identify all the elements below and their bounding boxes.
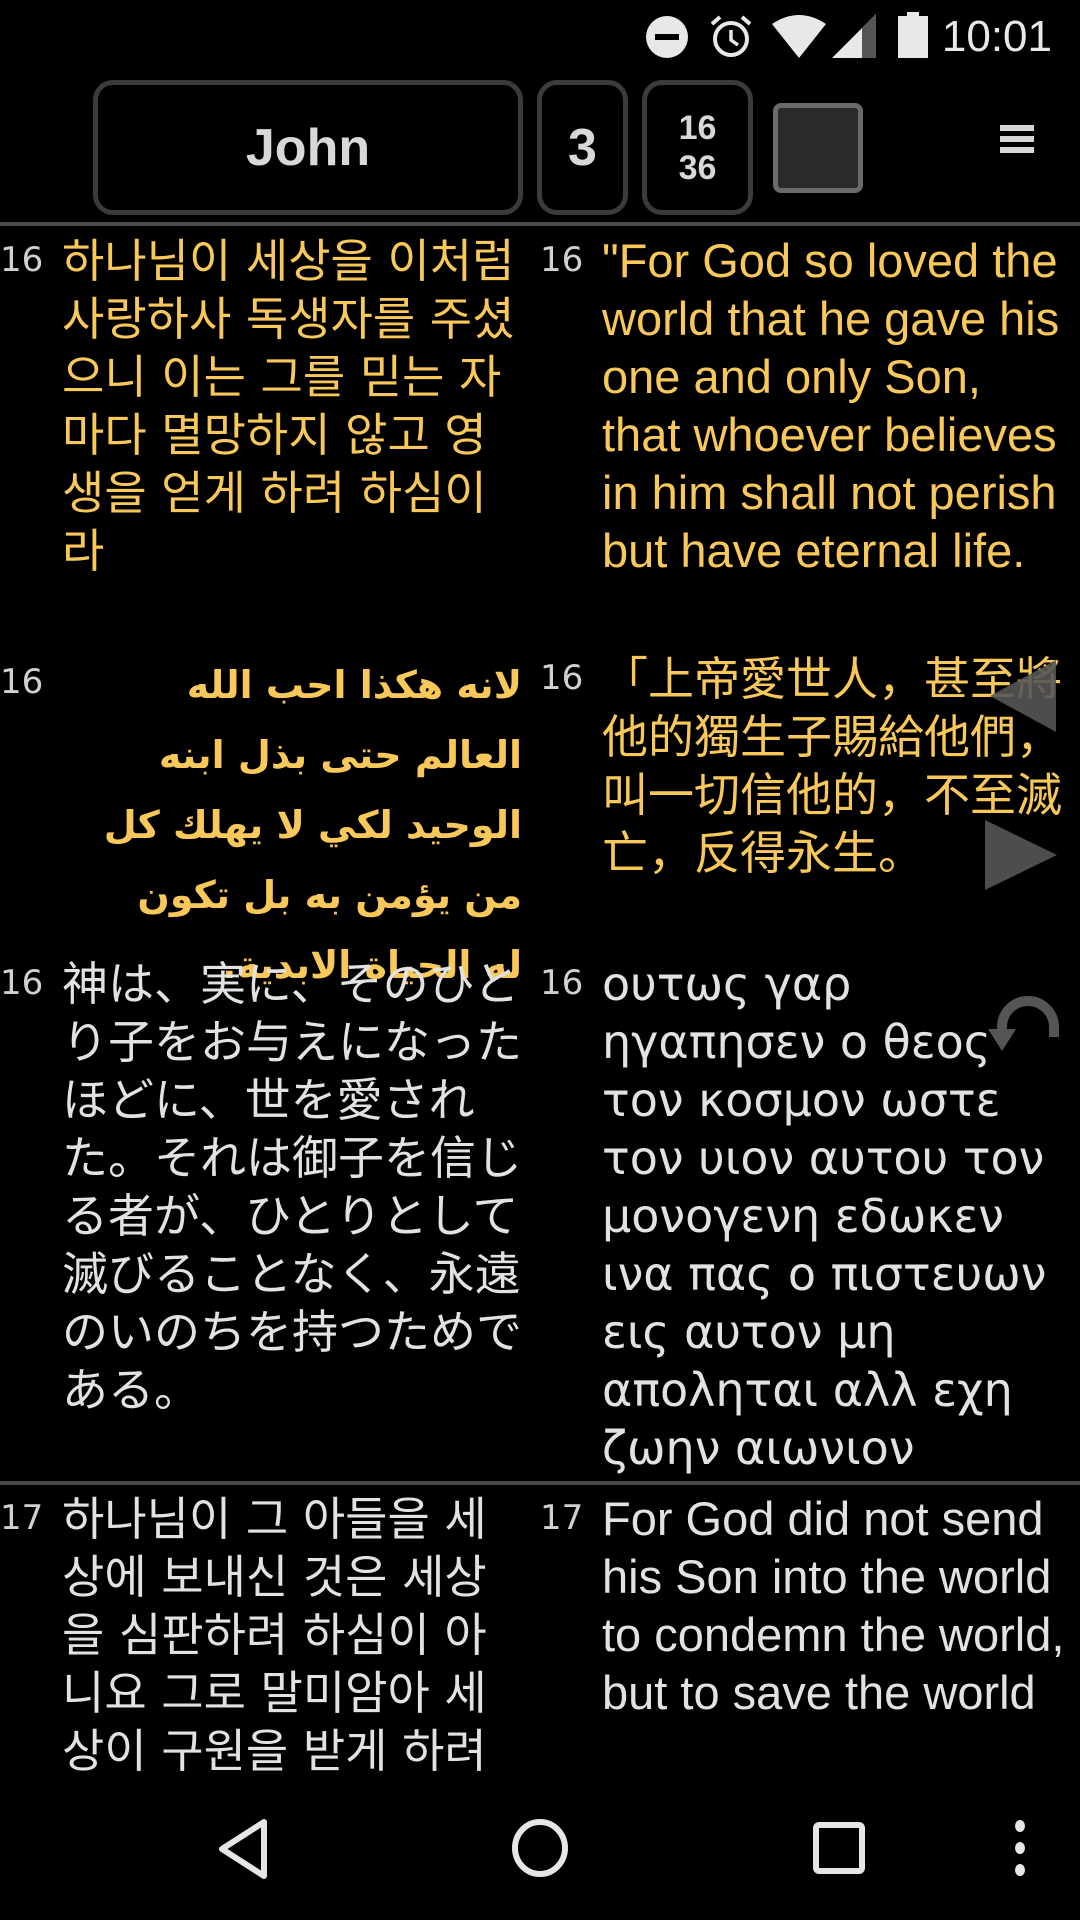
verse-selector-button[interactable]: 16 36 <box>642 80 753 215</box>
book-selector-button[interactable]: John <box>93 80 523 215</box>
next-arrow-icon[interactable] <box>985 820 1057 890</box>
recents-icon[interactable] <box>800 1780 880 1920</box>
verse-number: 16 <box>540 240 584 280</box>
divider <box>0 222 1080 226</box>
clock: 10:01 <box>941 12 1052 61</box>
hamburger-menu-icon[interactable] <box>1000 125 1034 155</box>
verse-cell-ko-16[interactable]: 16 하나님이 세상을 이처럼 사랑하사 독생자를 주셨으니 이는 그를 믿는 … <box>0 232 530 632</box>
chapter-selector-button[interactable]: 3 <box>537 80 628 215</box>
verse-text: 하나님이 세상을 이처럼 사랑하사 독생자를 주셨으니 이는 그를 믿는 자마다… <box>62 234 515 578</box>
do-not-disturb-icon <box>646 16 688 58</box>
verse-text: "For God so loved the world that he gave… <box>602 234 1060 577</box>
verse-number: 16 <box>540 658 584 698</box>
verse-text: For God did not send his Son into the wo… <box>602 1492 1065 1719</box>
verse-number: 17 <box>0 1498 44 1538</box>
previous-arrow-icon[interactable] <box>990 660 1060 732</box>
cell-signal-icon <box>832 14 876 58</box>
toolbar: John 3 16 36 <box>0 75 1080 220</box>
more-vert-icon[interactable] <box>1000 1780 1040 1920</box>
wifi-icon <box>772 15 826 58</box>
verse-number: 16 <box>540 963 584 1003</box>
verse-text: 神は、実に、そのひとり子をお与えになったほどに、世を愛された。それは御子を信じる… <box>62 957 522 1417</box>
status-bar: 10:01 <box>0 0 1080 75</box>
verse-text: لانه هكذا احب الله العالم حتى بذل ابنه ا… <box>103 663 522 987</box>
back-icon[interactable] <box>200 1780 280 1920</box>
verse-number: 16 <box>0 662 44 702</box>
verse-number: 16 <box>0 240 44 280</box>
verse-number: 17 <box>540 1498 584 1538</box>
undo-icon[interactable] <box>982 995 1062 1055</box>
home-icon[interactable] <box>500 1780 580 1920</box>
battery-icon <box>898 12 928 58</box>
verse-text: 하나님이 그 아들을 세상에 보내신 것은 세상을 심판하려 하심이 아니요 그… <box>62 1492 487 1778</box>
verse-current: 16 <box>678 108 717 147</box>
divider <box>0 1481 1080 1485</box>
verse-cell-en-17[interactable]: 17 For God did not send his Son into the… <box>540 1490 1080 1785</box>
book-label: John <box>245 118 371 177</box>
verse-cell-en-16[interactable]: 16 "For God so loved the world that he g… <box>540 232 1080 632</box>
verse-cell-ar-16[interactable]: 16 لانه هكذا احب الله العالم حتى بذل ابن… <box>0 650 530 987</box>
verse-cell-ja-16[interactable]: 16 神は、実に、そのひとり子をお与えになったほどに、世を愛された。それは御子を… <box>0 955 530 1475</box>
chapter-label: 3 <box>568 118 597 177</box>
verse-number: 16 <box>0 963 44 1003</box>
highlight-color-button[interactable] <box>773 103 863 193</box>
verse-total: 36 <box>678 148 717 187</box>
verse-cell-ko-17[interactable]: 17 하나님이 그 아들을 세상에 보내신 것은 세상을 심판하려 하심이 아니… <box>0 1490 530 1785</box>
navigation-bar <box>0 1780 1080 1920</box>
alarm-icon <box>710 15 752 57</box>
